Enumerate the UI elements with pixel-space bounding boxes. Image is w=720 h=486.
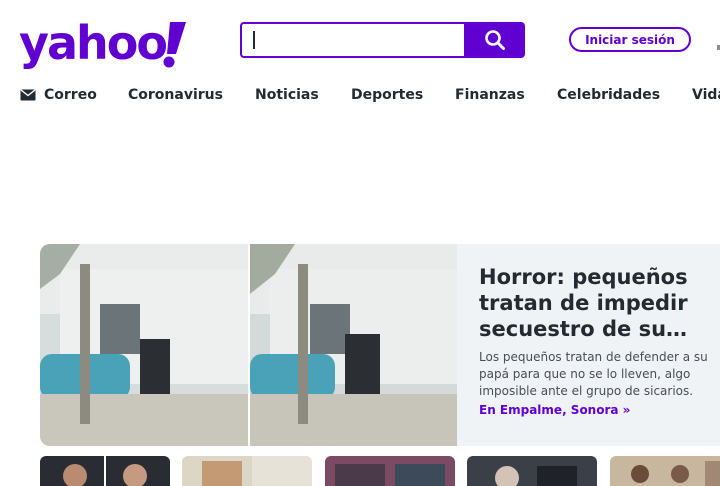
nav-item-noticias[interactable]: Noticias xyxy=(255,84,319,106)
story-thumbnail[interactable] xyxy=(325,456,455,486)
nav-item-deportes[interactable]: Deportes xyxy=(351,84,423,106)
hero-text: Horror: pequeños tratan de impedir secue… xyxy=(479,264,719,417)
thumbnail-image xyxy=(325,456,455,486)
nav-item-finanzas[interactable]: Finanzas xyxy=(455,84,525,106)
hero-story-card[interactable]: Horror: pequeños tratan de impedir secue… xyxy=(40,244,720,446)
mail-icon xyxy=(20,89,36,101)
nav-item-vida[interactable]: Vida xyxy=(692,84,720,106)
signin-button[interactable]: Iniciar sesión xyxy=(569,27,691,52)
nav-item-coronavirus[interactable]: Coronavirus xyxy=(128,84,223,106)
story-thumbnail[interactable] xyxy=(610,456,720,486)
logo-wordmark: yahoo xyxy=(19,20,166,70)
text-cursor xyxy=(253,31,255,49)
nav-item-correo[interactable]: Correo xyxy=(20,84,97,106)
search-icon xyxy=(484,30,505,50)
nav-item-celebridades[interactable]: Celebridades xyxy=(557,84,660,106)
thumbnail-image xyxy=(610,456,720,486)
search-input[interactable] xyxy=(240,22,465,58)
thumbnail-image xyxy=(182,456,312,486)
thumbnail-image xyxy=(467,456,597,486)
story-thumbnails xyxy=(40,456,720,486)
hero-image[interactable] xyxy=(40,244,457,446)
story-thumbnail[interactable] xyxy=(467,456,597,486)
yahoo-logo[interactable]: yahoo xyxy=(19,20,189,70)
story-thumbnail[interactable] xyxy=(182,456,312,486)
hero-summary: Los pequeños tratan de defender a su pap… xyxy=(479,350,708,398)
thumbnail-image xyxy=(40,456,170,486)
search-bar xyxy=(240,22,525,58)
story-thumbnail[interactable] xyxy=(40,456,170,486)
hero-title[interactable]: Horror: pequeños tratan de impedir secue… xyxy=(479,264,719,342)
more-icon[interactable] xyxy=(716,40,720,52)
search-button[interactable] xyxy=(464,22,525,58)
nav-item-label: Correo xyxy=(44,87,97,103)
hero-source-link[interactable]: En Empalme, Sonora » xyxy=(479,403,719,417)
